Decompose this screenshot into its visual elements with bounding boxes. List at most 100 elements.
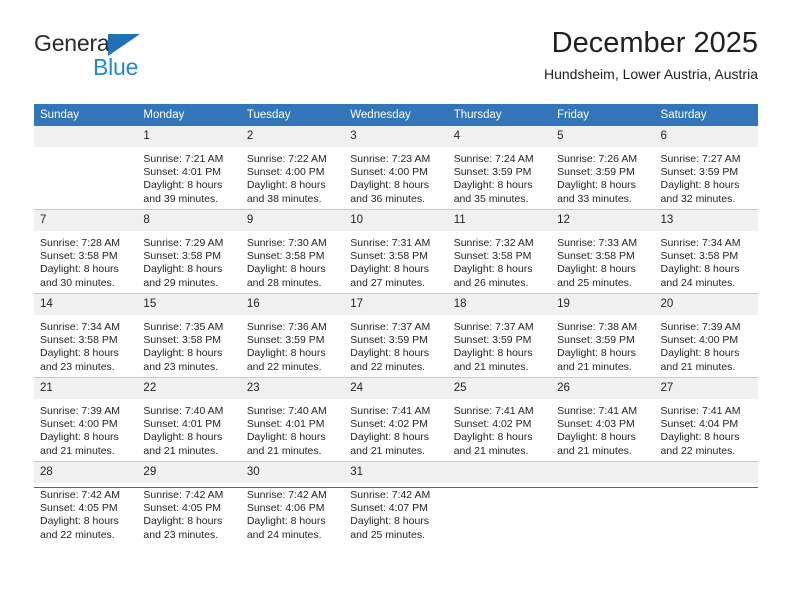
day-sunset-text: Sunset: 4:01 PM: [143, 418, 222, 431]
calendar-day-cell[interactable]: 7 Sunrise: 7:28 AM Sunset: 3:58 PM Daylight…: [34, 209, 138, 294]
table-bottom-rule: [34, 487, 758, 488]
day-number: 28: [34, 462, 138, 483]
weekday-header-saturday: Saturday: [654, 104, 758, 126]
calendar-day-cell[interactable]: 2 Sunrise: 7:22 AM Sunset: 4:00 PM Daylight…: [240, 126, 345, 210]
calendar-day-cell[interactable]: 17 Sunrise: 7:37 AM Sunset: 3:59 PM Dayligh…: [344, 293, 448, 378]
calendar-day-cell[interactable]: 22 Sunrise: 7:40 AM Sunset: 4:01 PM Dayligh…: [137, 377, 241, 462]
day-daylight-line2-text: and 22 minutes.: [246, 360, 322, 373]
day-number: 2: [240, 126, 345, 147]
day-number: 25: [447, 378, 552, 399]
calendar-week-row: 21 Sunrise: 7:39 AM Sunset: 4:00 PM Dayligh…: [34, 377, 758, 462]
day-number: 26: [551, 378, 655, 399]
day-details: Sunrise: 7:37 AM Sunset: 3:59 PM Daylight:…: [448, 315, 551, 377]
page-title: December 2025: [551, 27, 758, 59]
day-sunset-text: Sunset: 4:02 PM: [350, 418, 428, 431]
calendar-day-cell[interactable]: 25 Sunrise: 7:41 AM Sunset: 4:02 PM Dayligh…: [447, 377, 552, 462]
calendar-day-cell[interactable]: 15 Sunrise: 7:35 AM Sunset: 3:58 PM Dayligh…: [137, 293, 241, 378]
calendar-day-cell[interactable]: 26 Sunrise: 7:41 AM Sunset: 4:03 PM Dayligh…: [551, 377, 655, 462]
day-daylight-line2-text: and 21 minutes.: [453, 360, 529, 373]
calendar-day-cell[interactable]: 4 Sunrise: 7:24 AM Sunset: 3:59 PM Daylight…: [447, 126, 552, 210]
day-sunset-text: Sunset: 4:01 PM: [246, 418, 325, 431]
calendar-day-cell[interactable]: 12 Sunrise: 7:33 AM Sunset: 3:58 PM Dayligh…: [551, 209, 655, 294]
calendar-day-cell[interactable]: 16 Sunrise: 7:36 AM Sunset: 3:59 PM Dayligh…: [240, 293, 345, 378]
calendar-day-cell[interactable]: 24 Sunrise: 7:41 AM Sunset: 4:02 PM Dayligh…: [344, 377, 448, 462]
calendar-day-cell[interactable]: 11 Sunrise: 7:32 AM Sunset: 3:58 PM Dayligh…: [447, 209, 552, 294]
calendar-day-cell[interactable]: 6 Sunrise: 7:27 AM Sunset: 3:59 PM Daylight…: [654, 126, 758, 210]
calendar-day-cell[interactable]: 31 Sunrise: 7:42 AM Sunset: 4:07 PM Dayligh…: [344, 461, 448, 545]
day-details: Sunrise: 7:34 AM Sunset: 3:58 PM Daylight:…: [655, 231, 758, 293]
day-sunset-text: Sunset: 3:58 PM: [246, 250, 325, 263]
calendar-cell-empty: [551, 461, 655, 545]
day-daylight-line1-text: Daylight: 8 hours: [143, 263, 223, 276]
calendar-day-cell[interactable]: 29 Sunrise: 7:42 AM Sunset: 4:05 PM Dayligh…: [137, 461, 241, 545]
calendar-cell-empty: [654, 461, 758, 545]
calendar-day-cell[interactable]: 21 Sunrise: 7:39 AM Sunset: 4:00 PM Dayligh…: [34, 377, 138, 462]
day-sunrise-text: Sunrise: 7:30 AM: [246, 237, 327, 249]
calendar-day-cell[interactable]: 20 Sunrise: 7:39 AM Sunset: 4:00 PM Dayligh…: [654, 293, 758, 378]
calendar-day-cell[interactable]: 18 Sunrise: 7:37 AM Sunset: 3:59 PM Dayligh…: [447, 293, 552, 378]
weekday-header-sunday: Sunday: [34, 104, 138, 126]
day-details: Sunrise: 7:37 AM Sunset: 3:59 PM Daylight:…: [344, 315, 447, 377]
day-details: Sunrise: 7:27 AM Sunset: 3:59 PM Daylight:…: [655, 147, 758, 209]
day-sunrise-text: Sunrise: 7:41 AM: [660, 405, 741, 417]
brand-logo[interactable]: General Blue: [34, 32, 214, 88]
calendar-day-cell[interactable]: 30 Sunrise: 7:42 AM Sunset: 4:06 PM Dayligh…: [240, 461, 345, 545]
day-daylight-line2-text: and 32 minutes.: [660, 192, 736, 205]
day-daylight-line2-text: and 21 minutes.: [350, 444, 425, 457]
calendar-day-cell[interactable]: 28 Sunrise: 7:42 AM Sunset: 4:05 PM Dayligh…: [34, 461, 138, 545]
day-sunrise-text: Sunrise: 7:26 AM: [557, 153, 638, 165]
day-sunrise-text: Sunrise: 7:28 AM: [40, 237, 120, 249]
day-number: 23: [240, 378, 345, 399]
weekday-header-thursday: Thursday: [447, 104, 552, 126]
day-number: 27: [654, 378, 758, 399]
day-daylight-line1-text: Daylight: 8 hours: [143, 515, 223, 528]
day-number: 12: [551, 210, 655, 231]
day-sunrise-text: Sunrise: 7:42 AM: [350, 489, 431, 501]
day-daylight-line1-text: Daylight: 8 hours: [453, 347, 533, 360]
calendar-week-row: 28 Sunrise: 7:42 AM Sunset: 4:05 PM Dayligh…: [34, 461, 758, 545]
calendar-day-cell[interactable]: 8 Sunrise: 7:29 AM Sunset: 3:58 PM Daylight…: [137, 209, 241, 294]
day-daylight-line2-text: and 24 minutes.: [246, 528, 322, 541]
day-details: Sunrise: 7:22 AM Sunset: 4:00 PM Daylight:…: [241, 147, 344, 209]
day-daylight-line2-text: and 29 minutes.: [143, 276, 219, 289]
day-daylight-line2-text: and 22 minutes.: [350, 360, 425, 373]
day-details: Sunrise: 7:32 AM Sunset: 3:58 PM Daylight:…: [448, 231, 551, 293]
day-details: Sunrise: 7:42 AM Sunset: 4:06 PM Daylight:…: [241, 483, 344, 545]
day-details: Sunrise: 7:41 AM Sunset: 4:02 PM Daylight:…: [344, 399, 447, 461]
day-number: 15: [137, 294, 241, 315]
calendar-day-cell[interactable]: 1 Sunrise: 7:21 AM Sunset: 4:01 PM Daylight…: [137, 126, 241, 210]
calendar-cell-empty: [34, 126, 138, 210]
calendar-day-cell[interactable]: 3 Sunrise: 7:23 AM Sunset: 4:00 PM Daylight…: [344, 126, 448, 210]
day-daylight-line2-text: and 25 minutes.: [557, 276, 632, 289]
day-number: 29: [137, 462, 241, 483]
day-number: 24: [344, 378, 448, 399]
day-number: 17: [344, 294, 448, 315]
calendar-day-cell[interactable]: 14 Sunrise: 7:34 AM Sunset: 3:58 PM Dayligh…: [34, 293, 138, 378]
calendar-day-cell[interactable]: 9 Sunrise: 7:30 AM Sunset: 3:58 PM Daylight…: [240, 209, 345, 294]
day-sunset-text: Sunset: 3:59 PM: [350, 334, 428, 347]
day-sunrise-text: Sunrise: 7:42 AM: [246, 489, 327, 501]
day-sunset-text: Sunset: 4:07 PM: [350, 502, 428, 515]
day-sunrise-text: Sunrise: 7:34 AM: [40, 321, 120, 333]
day-number: [551, 462, 655, 483]
day-sunrise-text: Sunrise: 7:24 AM: [453, 153, 534, 165]
day-daylight-line1-text: Daylight: 8 hours: [350, 263, 430, 276]
calendar-day-cell[interactable]: 23 Sunrise: 7:40 AM Sunset: 4:01 PM Dayligh…: [240, 377, 345, 462]
triangle-logo-icon: [108, 34, 140, 56]
calendar-day-cell[interactable]: 10 Sunrise: 7:31 AM Sunset: 3:58 PM Dayligh…: [344, 209, 448, 294]
day-daylight-line2-text: and 24 minutes.: [660, 276, 736, 289]
day-number: 4: [447, 126, 552, 147]
calendar-day-cell[interactable]: 27 Sunrise: 7:41 AM Sunset: 4:04 PM Dayligh…: [654, 377, 758, 462]
day-number: [654, 462, 758, 483]
day-sunrise-text: Sunrise: 7:34 AM: [660, 237, 741, 249]
day-details: Sunrise: 7:41 AM Sunset: 4:02 PM Daylight:…: [448, 399, 551, 461]
calendar-day-cell[interactable]: 19 Sunrise: 7:38 AM Sunset: 3:59 PM Dayligh…: [551, 293, 655, 378]
calendar-day-cell[interactable]: 5 Sunrise: 7:26 AM Sunset: 3:59 PM Daylight…: [551, 126, 655, 210]
day-sunset-text: Sunset: 3:59 PM: [557, 334, 635, 347]
day-sunset-text: Sunset: 3:58 PM: [453, 250, 532, 263]
calendar-day-cell[interactable]: 13 Sunrise: 7:34 AM Sunset: 3:58 PM Dayligh…: [654, 209, 758, 294]
day-number: 5: [551, 126, 655, 147]
day-daylight-line1-text: Daylight: 8 hours: [350, 179, 430, 192]
day-details: Sunrise: 7:28 AM Sunset: 3:58 PM Daylight:…: [34, 231, 137, 293]
day-sunrise-text: Sunrise: 7:32 AM: [453, 237, 534, 249]
